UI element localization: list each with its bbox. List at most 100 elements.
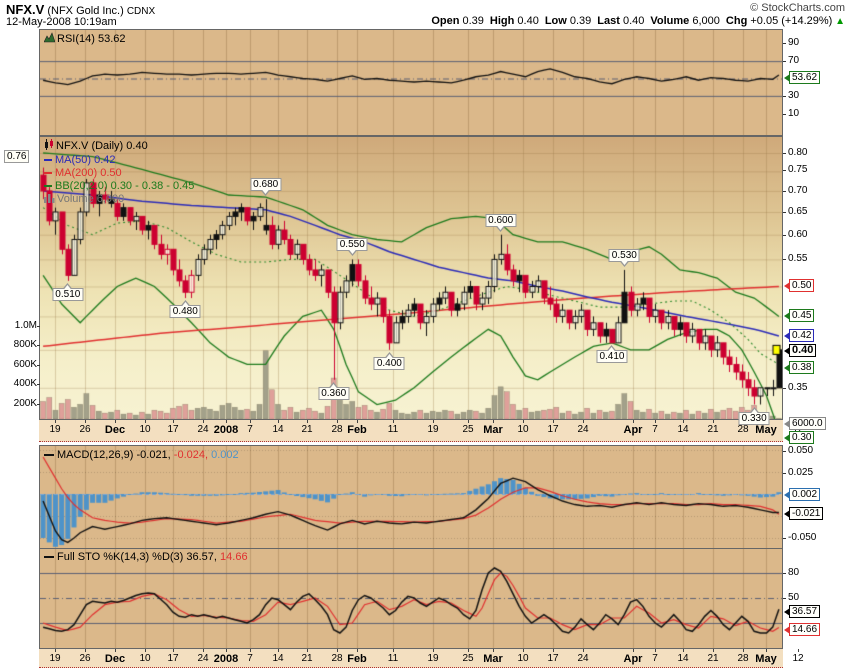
price-annotation: 0.480 xyxy=(169,300,201,319)
price-legend: NFX.V (Daily) 0.40 MA(50) 0.42 MA(200) 0… xyxy=(44,139,194,207)
callout-arrow-icon xyxy=(784,420,790,428)
axis-value-callout: 53.62 xyxy=(784,71,821,84)
price-annotation: 0.510 xyxy=(52,282,84,301)
x-axis-label: 24 xyxy=(577,653,589,664)
x-axis-label: Apr xyxy=(623,424,643,436)
x-axis-label: 24 xyxy=(197,653,209,664)
x-axis-tick xyxy=(357,649,358,652)
ma50-legend: MA(50) 0.42 xyxy=(55,154,116,166)
x-axis-label: 21 xyxy=(707,424,719,435)
callout-arrow-icon xyxy=(784,510,790,518)
callout-arrow-icon xyxy=(784,434,790,442)
x-axis-tick xyxy=(307,649,308,652)
x-axis-tick xyxy=(655,420,656,423)
x-axis-tick xyxy=(357,420,358,423)
x-axis-tick xyxy=(307,420,308,423)
exchange-label: CDNX xyxy=(126,6,156,17)
quote-field-label: Last xyxy=(597,15,620,27)
y-axis-label: 0.55 xyxy=(788,253,808,264)
sto-k-value: 36.57, xyxy=(186,551,217,563)
x-axis-label: 19 xyxy=(427,424,439,435)
quote-field-label: Volume xyxy=(650,15,690,27)
x-axis-label: Feb xyxy=(347,653,367,665)
change-up-arrow-icon: ▲ xyxy=(832,16,845,27)
quote-field-value: 0.39 xyxy=(566,15,592,27)
price-annotation: 0.410 xyxy=(596,344,628,363)
x-axis-label: 10 xyxy=(139,653,151,664)
x-axis-label: 2008 xyxy=(213,424,239,436)
y-axis-label: 90 xyxy=(788,37,800,48)
x-axis-label: 7 xyxy=(247,424,253,435)
x-axis-label: 26 xyxy=(79,653,91,664)
volume-legend: Volume 6,000 xyxy=(57,193,125,205)
quote-field-value: 0.40 xyxy=(514,15,539,27)
x-axis-tick xyxy=(393,649,394,652)
axis-value-callout: 0.002 xyxy=(784,488,821,501)
x-axis-label: 7 xyxy=(652,653,658,664)
x-axis-label: 19 xyxy=(49,653,61,664)
callout-arrow-icon xyxy=(784,332,790,340)
x-axis-tick xyxy=(468,649,469,652)
rsi-panel xyxy=(39,29,783,136)
x-axis-tick xyxy=(766,649,767,652)
candlestick-icon xyxy=(44,139,54,154)
x-axis-label: Feb xyxy=(347,424,367,436)
axis-value-callout: 0.45 xyxy=(784,309,815,322)
y-axis-tick xyxy=(783,235,786,236)
x-axis-tick xyxy=(337,649,338,652)
axis-value-callout: 6000.0 xyxy=(784,417,826,430)
x-axis-label: May xyxy=(755,653,777,665)
x-axis-tick xyxy=(683,649,684,652)
x-axis-label: 11 xyxy=(387,653,399,664)
bb-legend: BB(20,2.0) 0.30 - 0.38 - 0.45 xyxy=(55,180,195,192)
header-left: NFX.V (NFX Gold Inc.) CDNX xyxy=(6,2,155,17)
x-axis-tick xyxy=(173,420,174,423)
x-axis-tick xyxy=(633,420,634,423)
x-axis-label: 17 xyxy=(167,653,179,664)
price-legend-title: NFX.V (Daily) 0.40 xyxy=(56,140,148,152)
callout-arrow-icon xyxy=(784,491,790,499)
y-axis-label: 0.050 xyxy=(788,445,814,456)
x-axis-tick xyxy=(226,649,227,652)
quote-field-value: 6,000 xyxy=(689,15,720,27)
x-axis-label: 21 xyxy=(301,653,313,664)
x-axis-tick xyxy=(226,420,227,423)
axis-value-callout: 0.42 xyxy=(784,329,815,342)
x-axis-label: 25 xyxy=(462,653,474,664)
x-axis-tick xyxy=(743,649,744,652)
y-axis-tick xyxy=(37,345,40,346)
x-axis-label: Apr xyxy=(623,653,643,665)
y-axis-label: 50 xyxy=(788,592,800,603)
y-axis-tick xyxy=(783,259,786,260)
price-annotation: 0.680 xyxy=(250,178,282,197)
date-axis-bottom: 19 26 Dec 10 17 24 2008 7 14 21 28 Feb 11 19 25 Mar 10 17… xyxy=(39,649,804,668)
x-axis-label: 24 xyxy=(197,424,209,435)
callout-arrow-icon xyxy=(784,626,790,634)
x-axis-label: 11 xyxy=(387,424,399,435)
x-axis-label: 12 xyxy=(792,653,804,664)
bb-swatch xyxy=(44,185,52,188)
price-annotation: 0.530 xyxy=(608,248,640,267)
y-axis-label: -0.050 xyxy=(788,532,817,543)
x-axis-label: 14 xyxy=(677,653,689,664)
x-axis-tick xyxy=(553,420,554,423)
x-axis-tick xyxy=(468,420,469,423)
x-axis-label: Dec xyxy=(104,424,126,436)
x-axis-label: 21 xyxy=(301,424,313,435)
x-axis-tick xyxy=(250,420,251,423)
y-axis-label: 0.70 xyxy=(788,185,808,196)
ticker-symbol: NFX.V xyxy=(6,2,45,17)
x-axis-label: 17 xyxy=(547,424,559,435)
y-axis-tick xyxy=(37,365,40,366)
y-axis-label: 0.60 xyxy=(788,229,808,240)
x-axis-label: 19 xyxy=(49,424,61,435)
macd-line-swatch xyxy=(44,454,54,457)
ma200-swatch xyxy=(44,172,52,175)
x-axis-tick xyxy=(655,649,656,652)
x-axis-label: 28 xyxy=(331,653,343,664)
date-axis-top: 19 26 Dec 10 17 24 2008 7 14 21 28 Feb 11 19 25 Mar 10 17… xyxy=(39,420,804,442)
chart-datetime: 12-May-2008 10:19am xyxy=(6,16,117,28)
x-axis-tick xyxy=(553,649,554,652)
sto-d-value: 14.66 xyxy=(220,551,248,563)
sto-line-swatch xyxy=(44,556,54,559)
